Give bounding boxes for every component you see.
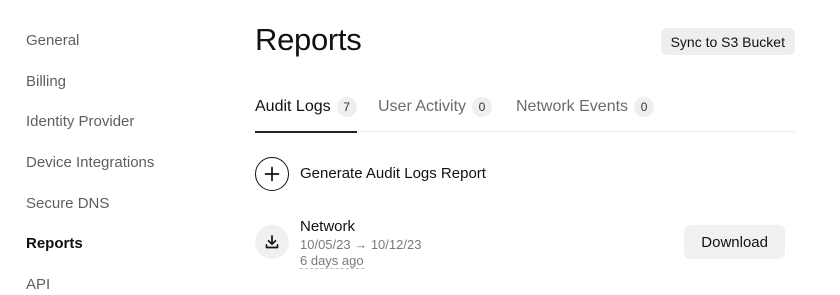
tab-network-events[interactable]: Network Events 0	[516, 92, 655, 132]
download-button[interactable]: Download	[684, 225, 785, 259]
tab-label: User Activity	[378, 98, 467, 115]
sidebar-item-device-integrations[interactable]: Device Integrations	[26, 154, 154, 171]
sidebar-item-billing[interactable]: Billing	[26, 73, 66, 90]
main-content: Reports Sync to S3 Bucket Audit Logs 7 U…	[255, 0, 795, 295]
report-date-range: 10/05/23 → 10/12/23	[300, 237, 422, 252]
sidebar-item-general[interactable]: General	[26, 32, 79, 49]
sidebar-item-identity-provider[interactable]: Identity Provider	[26, 113, 134, 130]
page-title: Reports	[255, 22, 362, 57]
tab-label: Audit Logs	[255, 98, 331, 115]
sync-to-s3-button[interactable]: Sync to S3 Bucket	[660, 28, 795, 55]
tab-label: Network Events	[516, 98, 629, 115]
tab-count-badge: 7	[336, 97, 357, 117]
generate-report-button[interactable]: Generate Audit Logs Report	[255, 156, 486, 191]
plus-circle-icon	[255, 156, 289, 191]
tab-count-badge: 0	[472, 97, 493, 117]
sidebar-item-reports[interactable]: Reports	[26, 235, 83, 252]
tab-user-activity[interactable]: User Activity 0	[378, 92, 493, 132]
sidebar-item-api[interactable]: API	[26, 276, 50, 293]
tab-audit-logs[interactable]: Audit Logs 7	[255, 92, 357, 133]
sidebar-item-secure-dns[interactable]: Secure DNS	[26, 195, 109, 212]
report-tabs: Audit Logs 7 User Activity 0 Network Eve…	[255, 92, 795, 133]
report-age: 6 days ago	[300, 253, 364, 269]
tab-count-badge: 0	[634, 97, 655, 117]
download-icon	[255, 225, 289, 259]
report-name: Network	[300, 218, 356, 235]
generate-report-label: Generate Audit Logs Report	[300, 165, 486, 182]
report-list-item: Network 10/05/23 → 10/12/23 6 days ago D…	[255, 215, 795, 275]
